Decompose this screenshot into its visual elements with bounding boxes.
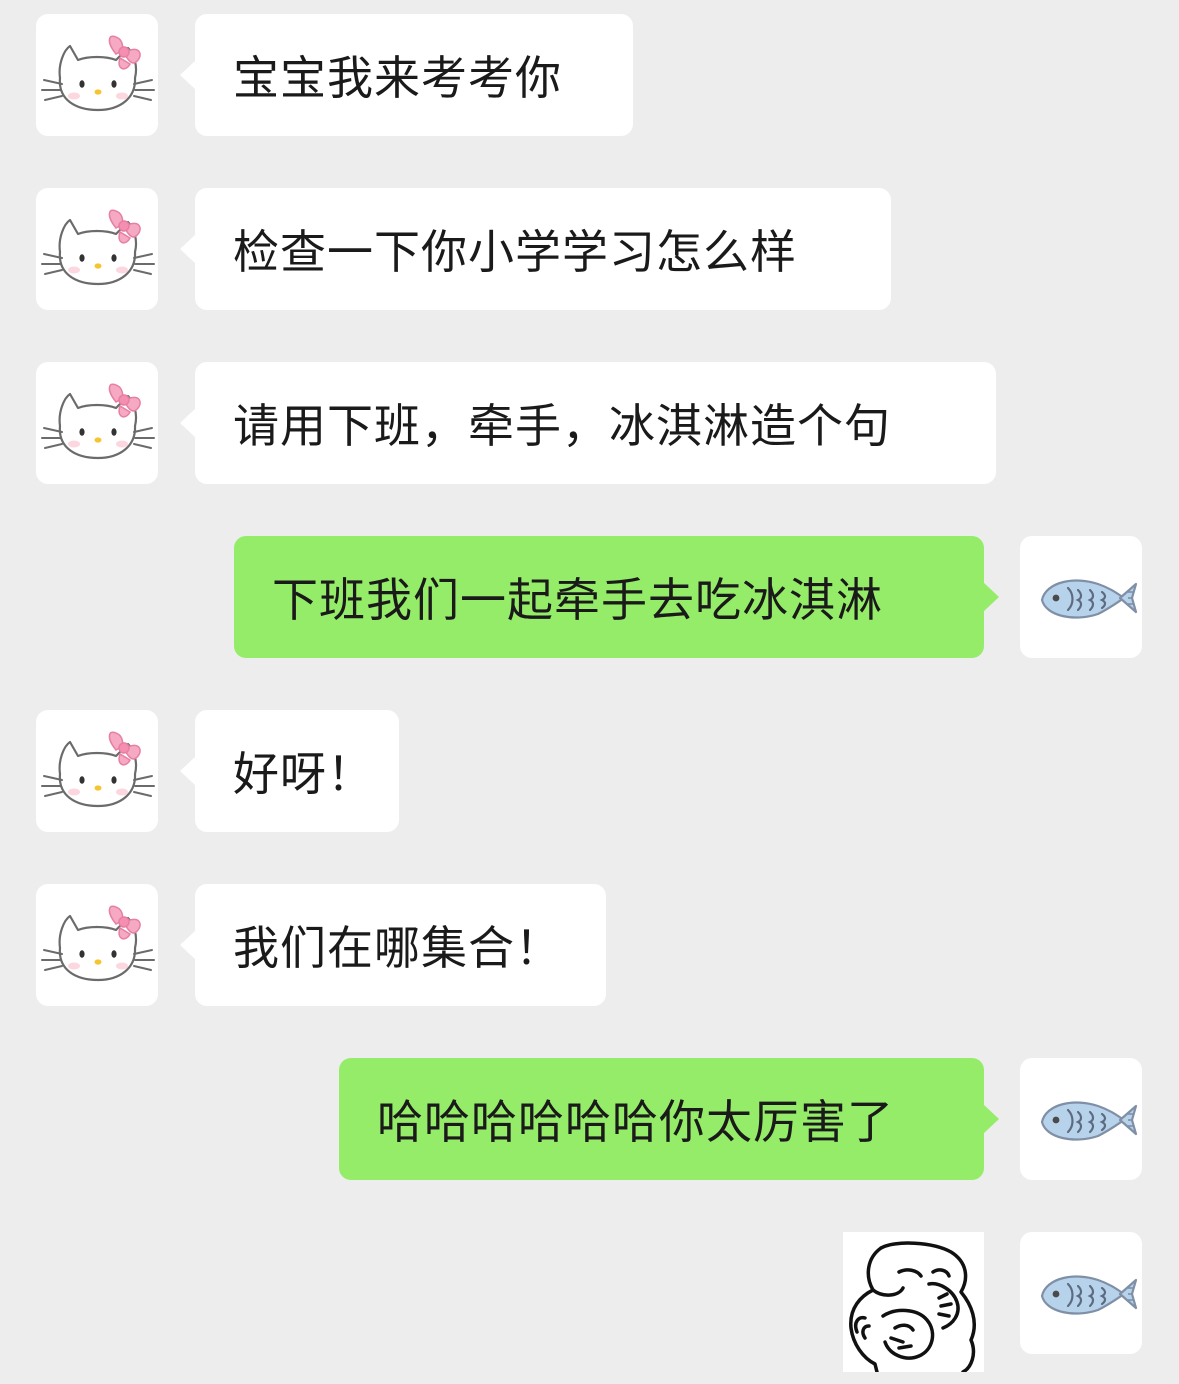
contact-avatar[interactable] (36, 188, 158, 310)
hello-kitty-avatar-icon (36, 884, 158, 1006)
contact-avatar[interactable] (36, 884, 158, 1006)
fish-avatar-icon (1020, 536, 1142, 658)
sticker-message[interactable] (843, 1232, 984, 1372)
fish-avatar-icon (1020, 1058, 1142, 1180)
contact-avatar[interactable] (36, 362, 158, 484)
contact-avatar[interactable] (36, 710, 158, 832)
incoming-message-bubble[interactable]: 好呀！ (180, 710, 399, 832)
hello-kitty-avatar-icon (36, 710, 158, 832)
laughing-face-sticker-icon (849, 1241, 976, 1372)
hello-kitty-avatar-icon (36, 188, 158, 310)
outgoing-message-bubble[interactable]: 下班我们一起牵手去吃冰淇淋 (234, 536, 999, 658)
fish-avatar-icon (1020, 1232, 1142, 1354)
incoming-message-bubble[interactable]: 检查一下你小学学习怎么样 (180, 188, 891, 310)
hello-kitty-avatar-icon (36, 362, 158, 484)
incoming-message-bubble[interactable]: 宝宝我来考考你 (180, 14, 633, 136)
hello-kitty-avatar-icon (36, 14, 158, 136)
self-avatar[interactable] (1020, 1232, 1142, 1354)
incoming-message-bubble[interactable]: 我们在哪集合！ (180, 884, 606, 1006)
incoming-message-bubble[interactable]: 请用下班，牵手，冰淇淋造个句 (180, 362, 996, 484)
self-avatar[interactable] (1020, 1058, 1142, 1180)
contact-avatar[interactable] (36, 14, 158, 136)
outgoing-message-bubble[interactable]: 哈哈哈哈哈哈你太厉害了 (339, 1058, 999, 1180)
self-avatar[interactable] (1020, 536, 1142, 658)
